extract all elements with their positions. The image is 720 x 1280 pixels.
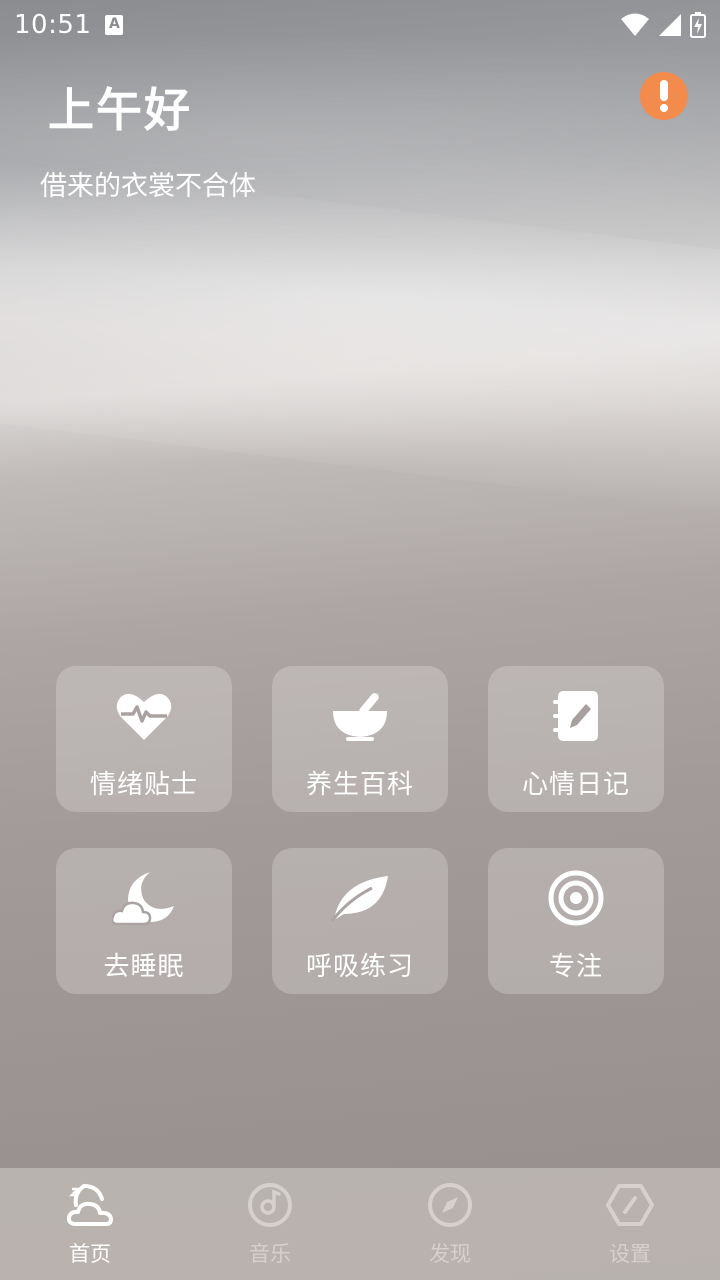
bottom-tab-bar: 首页 音乐 发现 设置 [0, 1168, 720, 1280]
notebook-pen-icon [553, 691, 598, 741]
feature-grid: 情绪贴士 养生百科 心情日记 去睡眠 呼吸练习 专注 [56, 666, 664, 994]
target-icon [548, 870, 604, 926]
feature-label: 养生百科 [305, 770, 414, 800]
background-wave [0, 156, 720, 524]
heart-pulse-icon [116, 693, 172, 740]
feature-label: 心情日记 [521, 770, 630, 800]
battery-charging-icon [690, 12, 706, 38]
feature-label: 去睡眠 [103, 952, 185, 982]
feature-label: 情绪贴士 [89, 770, 198, 800]
tab-label: 音乐 [249, 1242, 291, 1266]
daily-quote: 借来的衣裳不合体 [40, 171, 256, 202]
tab-label: 发现 [429, 1242, 471, 1266]
tab-settings[interactable]: 设置 [540, 1168, 720, 1280]
tab-home[interactable]: 首页 [0, 1168, 180, 1280]
tab-label: 首页 [69, 1242, 111, 1266]
leaf-icon [330, 876, 388, 922]
feature-label: 专注 [548, 952, 603, 982]
feature-card-focus[interactable]: 专注 [488, 848, 664, 994]
status-time: 10:51 [14, 10, 92, 40]
wifi-icon [621, 13, 649, 36]
feature-card-breathing[interactable]: 呼吸练习 [272, 848, 448, 994]
a-box-icon: A [105, 15, 124, 35]
tab-discover[interactable]: 发现 [360, 1168, 540, 1280]
hexagon-settings-icon [606, 1184, 654, 1226]
feature-card-mood-diary[interactable]: 心情日记 [488, 666, 664, 812]
feature-card-health-wiki[interactable]: 养生百科 [272, 666, 448, 812]
mortar-pestle-icon [333, 693, 387, 741]
status-icons [620, 12, 706, 38]
feature-card-mood-tips[interactable]: 情绪贴士 [56, 666, 232, 812]
feature-card-sleep[interactable]: 去睡眠 [56, 848, 232, 994]
tab-label: 设置 [609, 1242, 651, 1266]
alert-button[interactable] [640, 72, 688, 120]
feature-label: 呼吸练习 [305, 952, 414, 982]
home-moon-cloud-icon [66, 1184, 113, 1226]
signal-icon [659, 14, 681, 36]
status-bar: 10:51 A [0, 0, 720, 50]
exclamation-icon [660, 80, 668, 112]
tab-music[interactable]: 音乐 [180, 1168, 360, 1280]
moon-cloud-icon [112, 872, 174, 926]
music-disc-icon [248, 1183, 292, 1227]
compass-icon [428, 1183, 472, 1227]
greeting-title: 上午好 [48, 83, 192, 137]
